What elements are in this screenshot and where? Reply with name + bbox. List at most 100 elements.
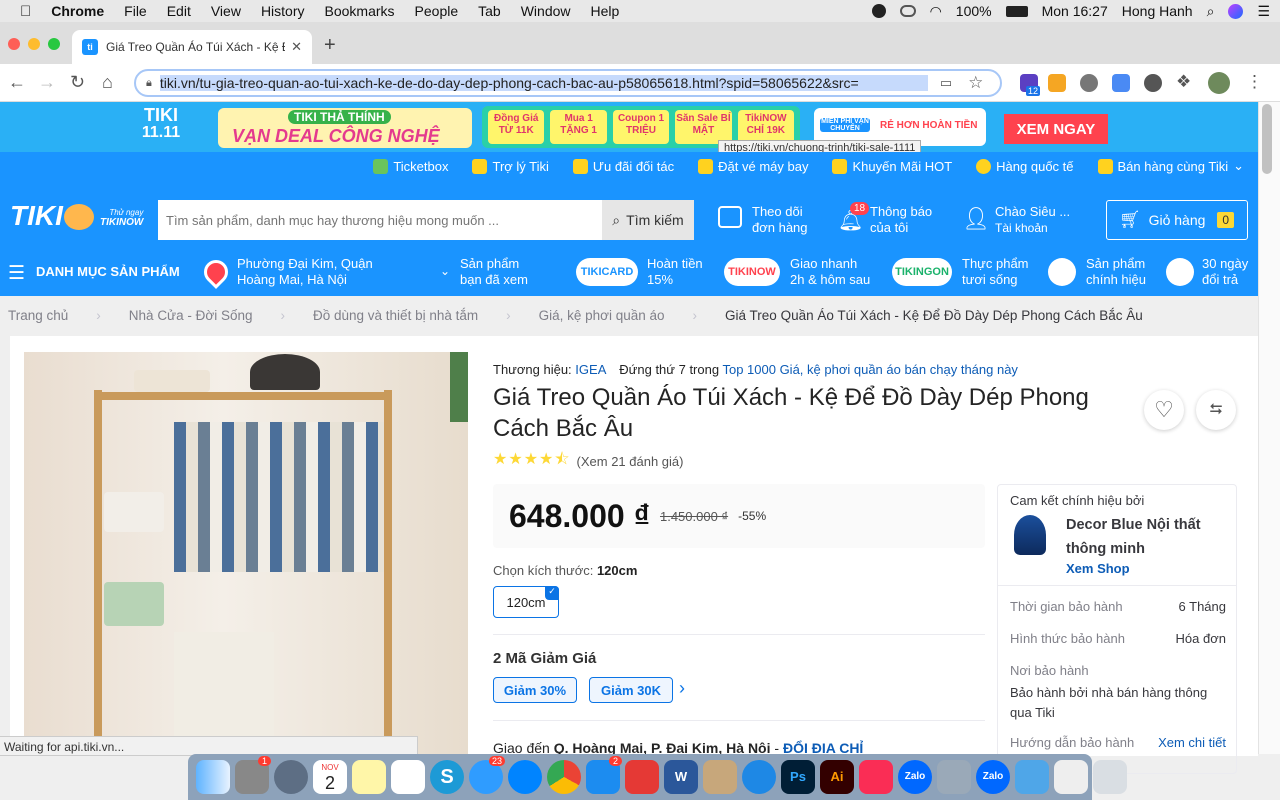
favorite-heart-icon[interactable]: ♡: [1144, 390, 1184, 430]
google-translate-icon[interactable]: [1112, 74, 1130, 92]
trash-icon[interactable]: [1093, 760, 1127, 794]
app-store-icon[interactable]: 2: [586, 756, 622, 794]
messages-icon[interactable]: 23: [469, 756, 505, 794]
brand-link[interactable]: IGEA: [575, 362, 605, 377]
new-tab-button[interactable]: +: [324, 34, 336, 57]
promo-chip-dong-gia[interactable]: Đồng Giá TỪ 11K: [488, 110, 545, 144]
menu-history[interactable]: History: [261, 3, 305, 19]
cart-button[interactable]: 🛒︎ Giỏ hàng 0: [1106, 200, 1248, 240]
launchpad-icon[interactable]: [274, 760, 308, 794]
menu-view[interactable]: View: [211, 3, 241, 19]
coupon-30-percent[interactable]: Giảm 30%: [493, 677, 577, 703]
tiki-logo[interactable]: TIKI: [10, 200, 63, 232]
extension-settings-icon[interactable]: [1080, 74, 1098, 92]
tikingon-badge[interactable]: TIKINGON: [892, 258, 952, 286]
tikinow-badge[interactable]: TIKINOW: [724, 258, 780, 286]
user-name[interactable]: Hong Hanh: [1122, 3, 1193, 19]
menu-app-chrome[interactable]: Chrome: [51, 3, 104, 19]
size-option-120cm[interactable]: 120cm ✓: [493, 586, 559, 618]
reviews-link[interactable]: (Xem 21 đánh giá): [577, 454, 684, 469]
promo-cta-button[interactable]: XEM NGAY: [1004, 114, 1108, 144]
toplink-ban-hang[interactable]: Bán hàng cùng Tiki ⌄: [1097, 158, 1244, 174]
breadcrumb-item[interactable]: Nhà Cửa - Đời Sống: [119, 308, 263, 323]
messenger-icon[interactable]: [508, 760, 542, 794]
search-input[interactable]: [158, 200, 602, 240]
promo-chip-coupon[interactable]: Coupon 1 TRIỆU: [612, 110, 670, 144]
toplink-tro-ly[interactable]: Trợ lý Tiki: [472, 158, 549, 174]
menu-tab[interactable]: Tab: [478, 3, 501, 19]
toplink-ve-may-bay[interactable]: Đặt vé máy bay: [698, 158, 808, 174]
siri-icon[interactable]: [1228, 3, 1244, 19]
menu-bookmarks[interactable]: Bookmarks: [325, 3, 395, 19]
calendar-icon[interactable]: NOV 2: [313, 760, 347, 794]
home-icon[interactable]: ⌂: [102, 72, 113, 93]
notes-icon[interactable]: [352, 760, 386, 794]
toplink-hang-quoc-te[interactable]: Hàng quốc tế: [976, 158, 1074, 174]
creative-cloud-icon[interactable]: [899, 5, 916, 17]
breadcrumb-item[interactable]: Giá, kệ phơi quần áo: [529, 308, 675, 323]
chrome-icon[interactable]: [547, 760, 581, 794]
window-zoom-button[interactable]: [48, 38, 60, 50]
address-url[interactable]: tiki.vn/tu-gia-treo-quan-ao-tui-xach-ke-…: [159, 75, 928, 91]
view-shop-link[interactable]: Xem Shop: [1066, 561, 1130, 576]
safari-icon[interactable]: [742, 760, 776, 794]
wifi-icon[interactable]: ◠: [930, 3, 942, 20]
menu-people[interactable]: People: [415, 3, 459, 19]
rank-link[interactable]: Top 1000 Giá, kệ phơi quần áo bán chạy t…: [722, 362, 1017, 377]
downloads-folder-icon[interactable]: [1015, 760, 1049, 794]
menu-help[interactable]: Help: [591, 3, 620, 19]
tab-close-icon[interactable]: ✕: [291, 39, 302, 55]
menu-window[interactable]: Window: [521, 3, 571, 19]
promo-chip-tikinow[interactable]: TikiNOW CHỈ 19K: [737, 110, 795, 144]
menu-edit[interactable]: Edit: [167, 3, 191, 19]
warranty-guide-link[interactable]: Xem chi tiết: [1158, 735, 1226, 750]
browser-tab[interactable]: ti Giá Treo Quần Áo Túi Xách - Kệ Để ✕: [72, 30, 312, 64]
seller-name[interactable]: Decor Blue Nội thất thông minh: [1066, 513, 1201, 561]
promo-chip-san-sale[interactable]: Săn Sale BÍ MẬT: [675, 110, 732, 144]
promo-chip-mua1-tang1[interactable]: Mua 1 TẶNG 1: [550, 110, 607, 144]
bookmark-star-icon[interactable]: ☆: [968, 73, 983, 93]
zalo-alt-icon[interactable]: Zalo: [976, 760, 1010, 794]
skype-icon[interactable]: S: [430, 760, 464, 794]
system-preferences-icon[interactable]: 1: [235, 756, 271, 794]
battery-icon[interactable]: [1005, 5, 1028, 17]
tikinow-promo[interactable]: Thử ngay TIKINOW: [100, 208, 143, 228]
photoshop-icon[interactable]: Ps: [781, 760, 815, 794]
tikicard-badge[interactable]: TIKICARD: [576, 258, 638, 286]
xmind-icon[interactable]: [625, 760, 659, 794]
status-check-icon[interactable]: [871, 4, 886, 18]
zalo-icon[interactable]: Zalo: [898, 760, 932, 794]
word-icon[interactable]: W: [664, 760, 698, 794]
category-menu-button[interactable]: DANH MỤC SẢN PHẨM: [36, 264, 180, 279]
toplink-khuyen-mai[interactable]: Khuyến Mãi HOT: [832, 158, 952, 174]
finder-icon[interactable]: [196, 760, 230, 794]
breadcrumb-item[interactable]: Đồ dùng và thiết bị nhà tắm: [303, 308, 488, 323]
account-link[interactable]: Chào Siêu ... Tài khoản: [995, 204, 1070, 236]
address-bar[interactable]: 🔒︎ tiki.vn/tu-gia-treo-quan-ao-tui-xach-…: [134, 69, 1002, 97]
viewed-products-link[interactable]: Sản phẩm bạn đã xem: [460, 256, 528, 288]
puzzle-extensions-icon[interactable]: ❖: [1176, 72, 1191, 92]
coupon-30k[interactable]: Giảm 30K: [589, 677, 673, 703]
window-minimize-button[interactable]: [28, 38, 40, 50]
breadcrumb-item[interactable]: Trang chủ: [0, 308, 78, 323]
promo-banner[interactable]: TIKI 11.11 TIKI THẢ THÍNH VẠN DEAL CÔNG …: [0, 102, 1258, 152]
preview-icon[interactable]: [937, 760, 971, 794]
lock-icon[interactable]: 🔒︎: [146, 77, 152, 90]
clock[interactable]: Mon 16:27: [1042, 3, 1108, 19]
cast-icon[interactable]: ▭: [940, 75, 952, 91]
archive-icon[interactable]: [703, 760, 737, 794]
illustrator-icon[interactable]: Ai: [820, 760, 854, 794]
back-arrow-icon[interactable]: ←: [8, 72, 26, 93]
forward-arrow-icon[interactable]: →: [38, 72, 56, 93]
apple-icon[interactable]: : [20, 3, 31, 20]
scrollbar-thumb[interactable]: [1262, 104, 1272, 174]
extension-spy-icon[interactable]: [1144, 74, 1162, 92]
spotlight-search-icon[interactable]: ⌕: [1207, 3, 1215, 20]
screenshot-icon[interactable]: [1054, 760, 1088, 794]
reminders-icon[interactable]: [391, 760, 425, 794]
window-close-button[interactable]: [8, 38, 20, 50]
share-icon[interactable]: ⮀: [1196, 390, 1236, 430]
music-icon[interactable]: [859, 760, 893, 794]
battery-percent[interactable]: 100%: [956, 3, 992, 19]
hamburger-menu-icon[interactable]: ☰: [8, 262, 25, 285]
